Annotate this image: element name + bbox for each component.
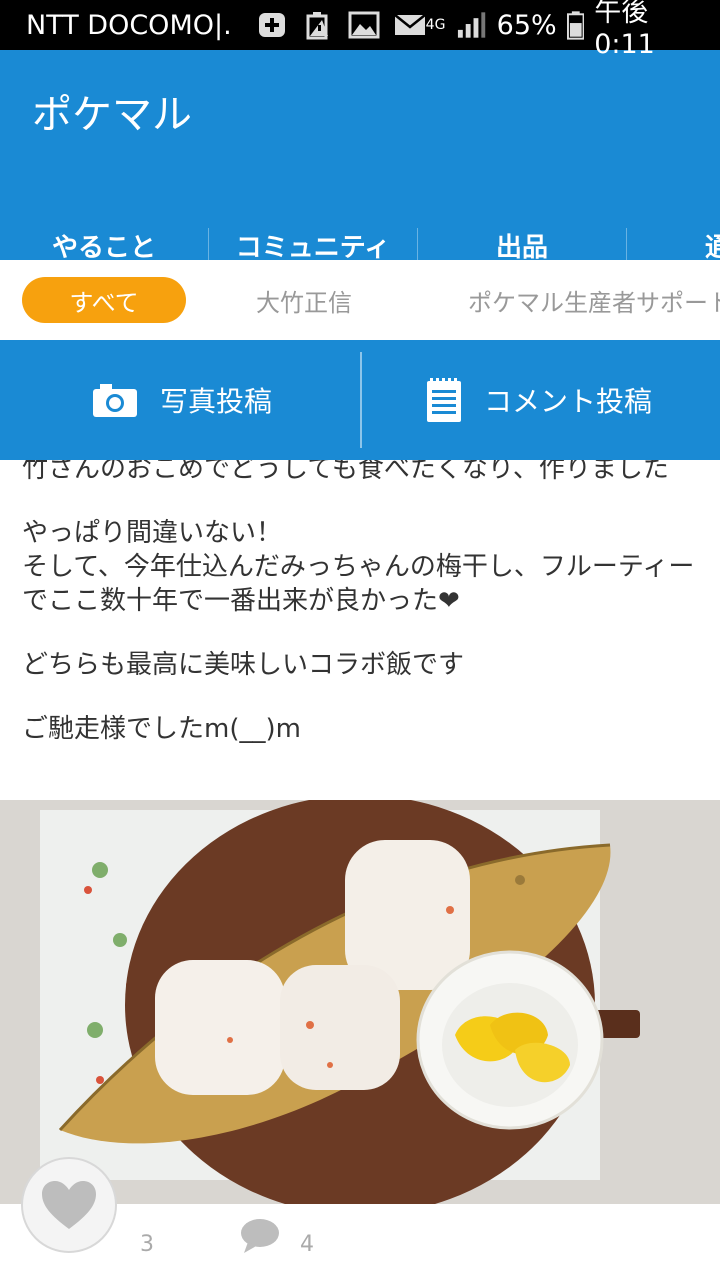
comment-count: 4 — [300, 1232, 314, 1257]
mail-icon — [393, 14, 426, 35]
post-line: どちらも最高に美味しいコラボ飯です — [22, 650, 465, 680]
notepad-icon — [427, 378, 461, 422]
status-bar: NTT DOCOMO|. 4G 65% 午後0:11 — [0, 0, 720, 60]
post-action-bar: 写真投稿 コメント投稿 — [0, 340, 720, 460]
post-line: やっぱり間違いない！ — [22, 518, 283, 548]
post-line: そして、今年仕込んだみっちゃんの梅干し、フルーティーでここ数十年で一番出来が良か… — [22, 552, 695, 616]
battery-percent: 65% — [496, 9, 557, 41]
action-divider — [360, 352, 362, 448]
network-type: 4G — [425, 17, 446, 33]
comment-icon[interactable] — [240, 1218, 280, 1254]
carrier-name: NTT DOCOMO|. — [26, 9, 232, 41]
plus-icon — [258, 13, 285, 37]
like-count: 3 — [140, 1232, 154, 1257]
image-icon — [348, 11, 380, 39]
filter-bar: すべて 大竹正信 ポケマル生産者サポート — [0, 260, 720, 340]
camera-icon — [93, 384, 137, 417]
post-body: 竹さんのおこめでどうしても食べたくなり、作りました やっぱり間違いない！ そして… — [22, 452, 702, 746]
photo-post-label: 写真投稿 — [160, 385, 273, 418]
filter-chip-all[interactable]: すべて — [22, 277, 186, 323]
battery-icon — [566, 11, 585, 40]
like-button[interactable] — [21, 1157, 117, 1253]
app-bar: ポケマル やること コミュニティ 出品 通 — [0, 50, 720, 309]
post-line: ご馳走様でしたm(__)m — [22, 714, 301, 744]
comment-post-label: コメント投稿 — [484, 385, 653, 418]
comment-post-button[interactable]: コメント投稿 — [426, 340, 652, 460]
filter-chip-support[interactable]: ポケマル生産者サポート — [468, 277, 720, 323]
signal-icon — [458, 12, 486, 38]
filter-chip-otake[interactable]: 大竹正信 — [256, 277, 352, 323]
heart-icon — [42, 1181, 96, 1229]
clock: 午後0:11 — [594, 0, 655, 60]
photo-post-button[interactable]: 写真投稿 — [92, 340, 272, 460]
post-photo[interactable] — [0, 800, 720, 1204]
battery-warning-icon — [306, 12, 328, 40]
app-title: ポケマル — [32, 92, 192, 138]
